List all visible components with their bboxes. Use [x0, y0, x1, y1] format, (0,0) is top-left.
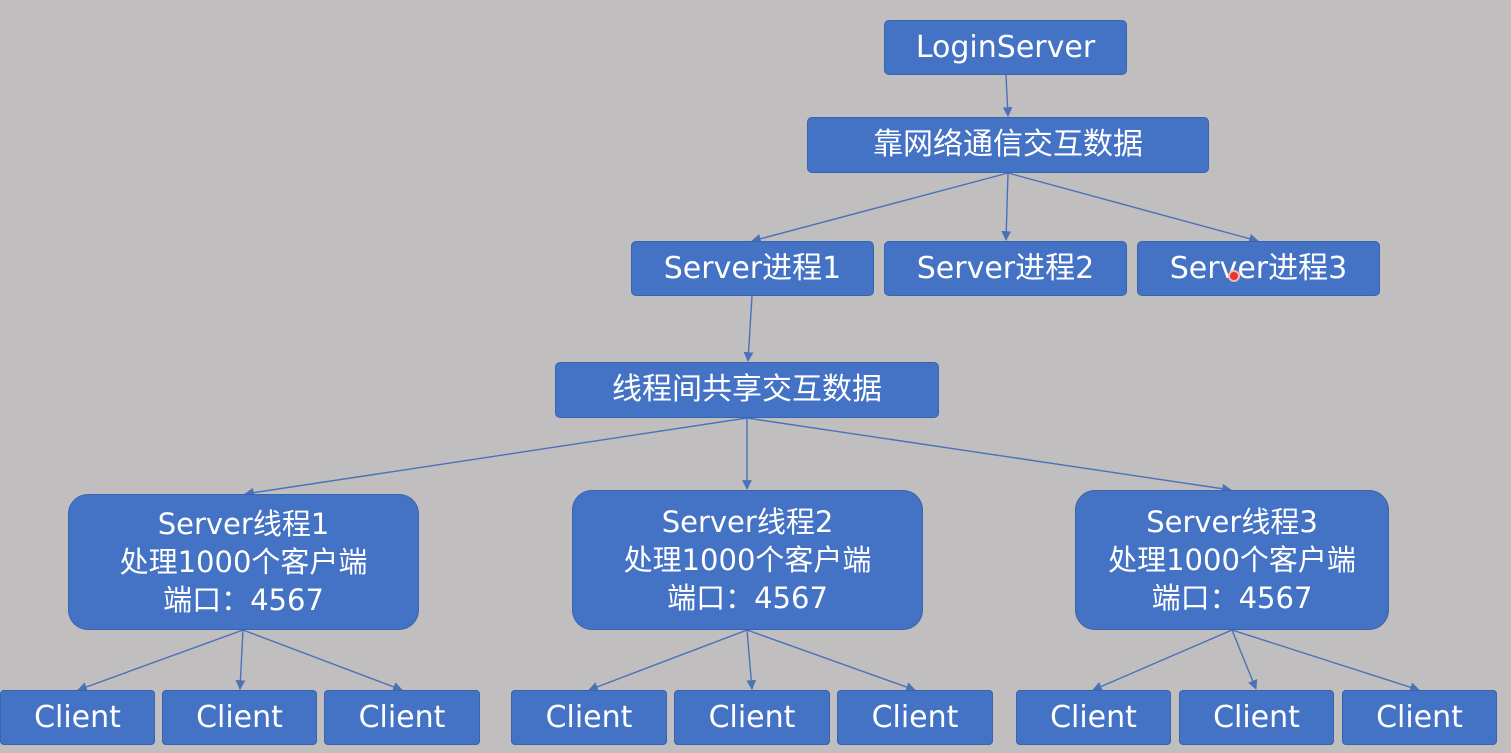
client-label: Client [196, 699, 283, 735]
edge-thread-2-to-client-4 [588, 629, 748, 692]
client-label: Client [871, 699, 959, 735]
client-label: Client [1213, 699, 1300, 735]
edge-login-to-network [1002, 74, 1013, 117]
edge-thread-2-to-client-5 [746, 629, 757, 690]
edge-thread-exchange-to-thread-1 [244, 417, 748, 498]
server-process-3-label: Server进程3 [1169, 250, 1348, 286]
server-thread-3-name: Server线程3 [1146, 505, 1318, 539]
server-thread-1-name: Server线程1 [157, 507, 330, 541]
login-server-label: LoginServer [915, 29, 1096, 65]
server-thread-2-name: Server线程2 [661, 505, 834, 539]
server-thread-1-port: 端口：4567 [163, 583, 324, 617]
client-label: Client [1050, 699, 1137, 735]
client-node-9: Client [1342, 690, 1497, 745]
network-exchange-node: 靠网络通信交互数据 [807, 117, 1209, 173]
edge-thread-1-to-client-2 [235, 629, 246, 690]
server-thread-2-port: 端口：4567 [667, 581, 828, 615]
edge-process-1-to-thread-exchange [743, 295, 754, 362]
edge-network-to-process-3 [1007, 172, 1259, 244]
server-thread-2-node: Server线程2 处理1000个客户端 端口：4567 [572, 490, 923, 630]
client-label: Client [708, 699, 796, 735]
server-process-2-node: Server进程2 [884, 241, 1127, 296]
client-node-8: Client [1179, 690, 1334, 745]
client-node-6: Client [837, 690, 993, 745]
server-thread-3-node: Server线程3 处理1000个客户端 端口：4567 [1075, 490, 1389, 630]
client-label: Client [358, 699, 446, 735]
edge-thread-3-to-client-8 [1231, 629, 1258, 690]
server-thread-2-desc: 处理1000个客户端 [623, 543, 872, 577]
network-exchange-label: 靠网络通信交互数据 [873, 127, 1143, 162]
edge-thread-1-to-client-3 [242, 629, 403, 692]
edge-network-to-process-1 [751, 172, 1009, 244]
edge-network-to-process-2 [1001, 172, 1012, 241]
server-process-3-node: Server进程3 [1137, 241, 1380, 296]
client-label: Client [34, 699, 121, 735]
thread-exchange-node: 线程间共享交互数据 [555, 362, 939, 418]
diagram-canvas: LoginServer 靠网络通信交互数据 Server进程1 Server进程… [0, 0, 1511, 753]
server-thread-1-desc: 处理1000个客户端 [119, 545, 368, 579]
server-thread-1-node: Server线程1 处理1000个客户端 端口：4567 [68, 494, 419, 630]
pointer-marker [1228, 270, 1240, 282]
client-node-5: Client [674, 690, 830, 745]
server-process-1-label: Server进程1 [663, 250, 842, 286]
edge-thread-2-to-client-6 [746, 629, 916, 692]
client-label: Client [1376, 699, 1463, 735]
client-label: Client [545, 699, 633, 735]
client-node-4: Client [511, 690, 667, 745]
edge-thread-exchange-to-thread-3 [746, 417, 1232, 494]
edge-thread-1-to-client-1 [77, 629, 244, 692]
edge-thread-3-to-client-7 [1092, 629, 1233, 692]
server-thread-3-desc: 处理1000个客户端 [1108, 543, 1356, 577]
client-node-7: Client [1016, 690, 1171, 745]
server-process-1-node: Server进程1 [631, 241, 874, 296]
login-server-node: LoginServer [884, 20, 1127, 75]
client-node-2: Client [162, 690, 317, 745]
client-node-1: Client [0, 690, 155, 745]
edge-thread-3-to-client-9 [1231, 629, 1420, 692]
thread-exchange-label: 线程间共享交互数据 [612, 372, 882, 407]
server-process-2-label: Server进程2 [916, 250, 1095, 286]
server-thread-3-port: 端口：4567 [1151, 581, 1313, 615]
client-node-3: Client [324, 690, 480, 745]
